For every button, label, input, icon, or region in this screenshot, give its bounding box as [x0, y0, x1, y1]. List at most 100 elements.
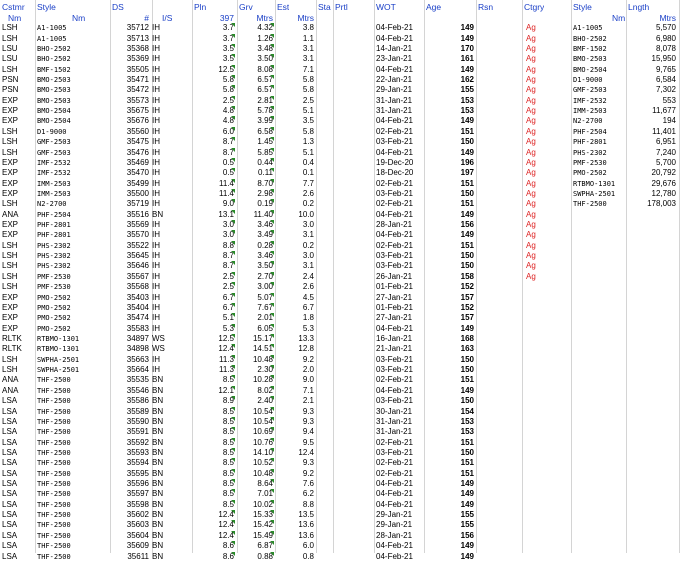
- cell-is[interactable]: IH: [152, 23, 190, 34]
- cell-age[interactable]: 151: [426, 241, 474, 252]
- cell-age[interactable]: 149: [426, 479, 474, 490]
- cell-ds-number[interactable]: 35594: [112, 458, 149, 469]
- cell-is[interactable]: IH: [152, 54, 190, 65]
- cell-wot-date[interactable]: 19-Dec-20: [376, 158, 422, 169]
- col-header-style-summary[interactable]: Style: [573, 2, 592, 13]
- summary-style[interactable]: RTBMO-1301: [573, 179, 625, 190]
- cell-category[interactable]: Ag: [526, 158, 536, 169]
- cell-customer[interactable]: LSH: [2, 148, 34, 159]
- cell-style[interactable]: BMO-2503: [37, 96, 109, 107]
- cell-style[interactable]: PHF-2801: [37, 230, 109, 241]
- cell-pln[interactable]: 8.8: [194, 241, 234, 252]
- cell-wot-date[interactable]: 01-Feb-21: [376, 282, 422, 293]
- cell-pln[interactable]: 6.0: [194, 127, 234, 138]
- cell-pln[interactable]: 8.5: [194, 448, 234, 459]
- cell-is[interactable]: IH: [152, 116, 190, 127]
- cell-pln[interactable]: 8.5: [194, 438, 234, 449]
- cell-wot-date[interactable]: 02-Feb-21: [376, 199, 422, 210]
- cell-pln[interactable]: 4.8: [194, 116, 234, 127]
- cell-est-mtrs[interactable]: 5.1: [277, 106, 314, 117]
- cell-category[interactable]: Ag: [526, 137, 536, 148]
- cell-est-mtrs[interactable]: 7.7: [277, 179, 314, 190]
- cell-customer[interactable]: LSA: [2, 396, 34, 407]
- cell-age[interactable]: 151: [426, 438, 474, 449]
- cell-age[interactable]: 150: [426, 365, 474, 376]
- cell-customer[interactable]: LSH: [2, 137, 34, 148]
- cell-customer[interactable]: LSH: [2, 355, 34, 366]
- cell-customer[interactable]: LSH: [2, 199, 34, 210]
- cell-pln[interactable]: 5.1: [194, 313, 234, 324]
- cell-grv-mtrs[interactable]: 5.78: [239, 106, 273, 117]
- cell-is[interactable]: IH: [152, 65, 190, 76]
- cell-age[interactable]: 170: [426, 44, 474, 55]
- cell-grv-mtrs[interactable]: 11.40: [239, 210, 273, 221]
- cell-is[interactable]: IH: [152, 261, 190, 272]
- cell-customer[interactable]: LSH: [2, 23, 34, 34]
- cell-customer[interactable]: LSU: [2, 44, 34, 55]
- cell-style[interactable]: THF-2500: [37, 448, 109, 459]
- cell-age[interactable]: 161: [426, 54, 474, 65]
- cell-grv-mtrs[interactable]: 8.70: [239, 179, 273, 190]
- cell-age[interactable]: 151: [426, 458, 474, 469]
- cell-is[interactable]: IH: [152, 158, 190, 169]
- cell-est-mtrs[interactable]: 0.2: [277, 199, 314, 210]
- cell-age[interactable]: 149: [426, 489, 474, 500]
- cell-pln[interactable]: 8.5: [194, 489, 234, 500]
- cell-ds-number[interactable]: 35598: [112, 500, 149, 511]
- cell-ds-number[interactable]: 35369: [112, 54, 149, 65]
- summary-length[interactable]: 15,950: [628, 54, 676, 65]
- cell-est-mtrs[interactable]: 3.5: [277, 116, 314, 127]
- cell-is[interactable]: BN: [152, 386, 190, 397]
- cell-ds-number[interactable]: 35474: [112, 313, 149, 324]
- cell-customer[interactable]: EXP: [2, 230, 34, 241]
- cell-age[interactable]: 154: [426, 407, 474, 418]
- cell-wot-date[interactable]: 29-Jan-21: [376, 520, 422, 531]
- cell-customer[interactable]: EXP: [2, 220, 34, 231]
- cell-customer[interactable]: LSA: [2, 510, 34, 521]
- cell-age[interactable]: 153: [426, 427, 474, 438]
- cell-ds-number[interactable]: 35472: [112, 85, 149, 96]
- cell-age[interactable]: 150: [426, 251, 474, 262]
- cell-ds-number[interactable]: 35611: [112, 552, 149, 562]
- cell-est-mtrs[interactable]: 0.4: [277, 158, 314, 169]
- cell-customer[interactable]: LSH: [2, 261, 34, 272]
- cell-customer[interactable]: EXP: [2, 293, 34, 304]
- cell-grv-mtrs[interactable]: 4.32: [239, 23, 273, 34]
- cell-ds-number[interactable]: 35592: [112, 438, 149, 449]
- cell-age[interactable]: 150: [426, 137, 474, 148]
- cell-is[interactable]: WS: [152, 344, 190, 355]
- cell-age[interactable]: 168: [426, 334, 474, 345]
- cell-is[interactable]: IH: [152, 199, 190, 210]
- cell-age[interactable]: 152: [426, 303, 474, 314]
- cell-is[interactable]: IH: [152, 127, 190, 138]
- cell-is[interactable]: IH: [152, 44, 190, 55]
- cell-pln[interactable]: 8.7: [194, 137, 234, 148]
- cell-est-mtrs[interactable]: 13.3: [277, 334, 314, 345]
- cell-style[interactable]: PMO-2502: [37, 324, 109, 335]
- cell-style[interactable]: BMO-2503: [37, 75, 109, 86]
- cell-age[interactable]: 155: [426, 520, 474, 531]
- cell-customer[interactable]: EXP: [2, 168, 34, 179]
- cell-pln[interactable]: 12.5: [194, 334, 234, 345]
- cell-ds-number[interactable]: 35500: [112, 189, 149, 200]
- cell-pln[interactable]: 12.4: [194, 344, 234, 355]
- summary-length[interactable]: 6,951: [628, 137, 676, 148]
- cell-wot-date[interactable]: 27-Jan-21: [376, 313, 422, 324]
- cell-pln[interactable]: 3.0: [194, 220, 234, 231]
- cell-wot-date[interactable]: 03-Feb-21: [376, 261, 422, 272]
- cell-ds-number[interactable]: 35546: [112, 386, 149, 397]
- cell-est-mtrs[interactable]: 5.8: [277, 85, 314, 96]
- cell-wot-date[interactable]: 31-Jan-21: [376, 427, 422, 438]
- cell-age[interactable]: 152: [426, 282, 474, 293]
- cell-is[interactable]: BN: [152, 210, 190, 221]
- cell-grv-mtrs[interactable]: 3.46: [239, 251, 273, 262]
- cell-style[interactable]: THF-2500: [37, 489, 109, 500]
- summary-style[interactable]: D1-9000: [573, 75, 625, 86]
- cell-grv-mtrs[interactable]: 2.98: [239, 189, 273, 200]
- cell-ds-number[interactable]: 35586: [112, 396, 149, 407]
- cell-est-mtrs[interactable]: 6.7: [277, 303, 314, 314]
- cell-grv-mtrs[interactable]: 6.58: [239, 127, 273, 138]
- cell-grv-mtrs[interactable]: 2.70: [239, 272, 273, 283]
- cell-customer[interactable]: LSH: [2, 34, 34, 45]
- cell-grv-mtrs[interactable]: 0.44: [239, 158, 273, 169]
